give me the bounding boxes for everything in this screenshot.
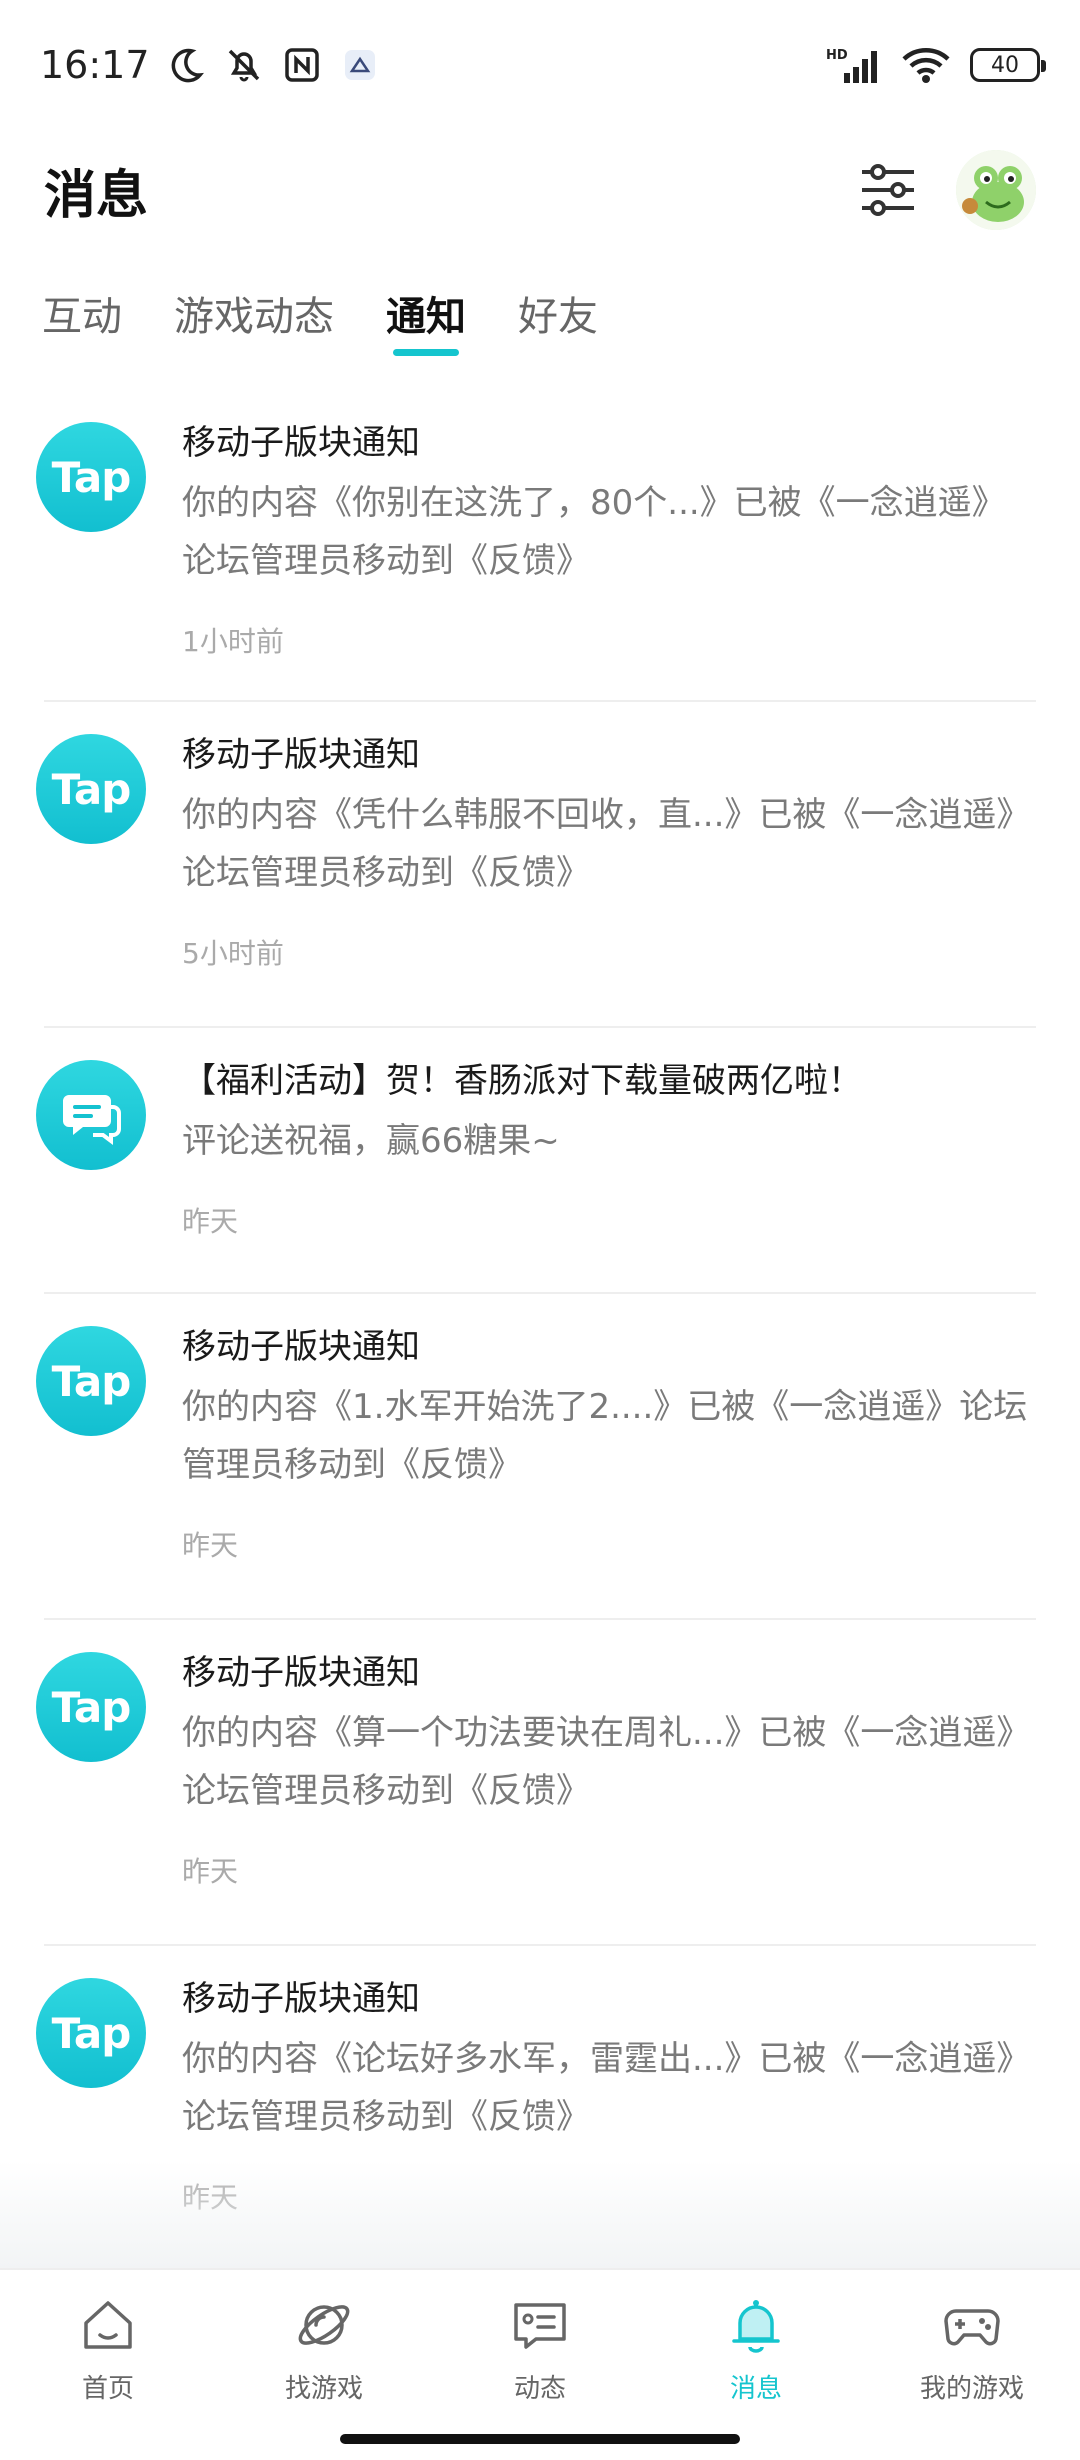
nfc-icon bbox=[280, 43, 324, 87]
tab-game-updates[interactable]: 游戏动态 bbox=[174, 270, 334, 370]
nav-feed[interactable]: 动态 bbox=[432, 2270, 648, 2460]
moon-icon bbox=[164, 43, 208, 87]
tab-label: 好友 bbox=[518, 294, 598, 340]
tap-logo-icon: Tap bbox=[36, 1652, 146, 1762]
tab-notifications[interactable]: 通知 bbox=[386, 270, 466, 370]
feed-icon bbox=[509, 2294, 571, 2356]
notification-item[interactable]: Tap 移动子版块通知 你的内容《1.水军开始洗了2....》已被《一念逍遥》论… bbox=[0, 1294, 1080, 1620]
header-actions bbox=[856, 150, 1036, 230]
notification-time: 昨天 bbox=[182, 1855, 239, 1888]
list-fade bbox=[0, 2160, 1080, 2270]
tap-logo-text: Tap bbox=[51, 1682, 132, 1732]
chat-bubble-icon bbox=[36, 1060, 146, 1170]
notification-content: 你的内容《你别在这洗了，80个...》已被《一念逍遥》论坛管理员移动到《反馈》 bbox=[182, 483, 1006, 581]
nav-label: 首页 bbox=[81, 2374, 134, 2404]
notification-item[interactable]: Tap 移动子版块通知 你的内容《凭什么韩服不回收，直...》已被《一念逍遥》论… bbox=[0, 702, 1080, 1028]
notification-body: 移动子版块通知 你的内容《凭什么韩服不回收，直...》已被《一念逍遥》论坛管理员… bbox=[182, 730, 1036, 1028]
notification-content: 你的内容《凭什么韩服不回收，直...》已被《一念逍遥》论坛管理员移动到《反馈》 bbox=[182, 795, 1031, 893]
sliders-icon bbox=[862, 164, 914, 216]
svg-text:HD: HD bbox=[826, 48, 848, 63]
notification-content: 你的内容《1.水军开始洗了2....》已被《一念逍遥》论坛管理员移动到《反馈》 bbox=[182, 1387, 1028, 1485]
nav-messages[interactable]: 消息 bbox=[648, 2270, 864, 2460]
gamepad-icon bbox=[941, 2294, 1003, 2356]
tap-logo-text: Tap bbox=[51, 452, 132, 502]
tab-bar: 互动 游戏动态 通知 好友 bbox=[0, 270, 1080, 380]
tap-logo-text: Tap bbox=[51, 1356, 132, 1406]
nav-home[interactable]: 首页 bbox=[0, 2270, 216, 2460]
nav-label: 找游戏 bbox=[284, 2374, 363, 2404]
page-title: 消息 bbox=[44, 165, 149, 226]
notification-item[interactable]: Tap 移动子版块通知 你的内容《你别在这洗了，80个...》已被《一念逍遥》论… bbox=[0, 390, 1080, 702]
bottom-nav: 首页 找游戏 动态 消息 我的游戏 bbox=[0, 2268, 1080, 2460]
tab-interaction[interactable]: 互动 bbox=[42, 270, 122, 370]
notification-body: 移动子版块通知 你的内容《1.水军开始洗了2....》已被《一念逍遥》论坛管理员… bbox=[182, 1322, 1036, 1620]
notification-item[interactable]: 【福利活动】贺！香肠派对下载量破两亿啦！ 评论送祝福，赢66糖果~ 昨天 bbox=[0, 1028, 1080, 1294]
notification-title: 移动子版块通知 bbox=[182, 423, 420, 463]
nav-label: 动态 bbox=[513, 2374, 566, 2404]
notification-body: 移动子版块通知 你的内容《算一个功法要诀在周礼...》已被《一念逍遥》论坛管理员… bbox=[182, 1648, 1036, 1946]
notification-content: 评论送祝福，赢66糖果~ bbox=[182, 1121, 560, 1161]
notification-time: 5小时前 bbox=[182, 937, 284, 970]
tap-logo-text: Tap bbox=[51, 2008, 132, 2058]
notification-item[interactable]: Tap 移动子版块通知 你的内容《算一个功法要诀在周礼...》已被《一念逍遥》论… bbox=[0, 1620, 1080, 1946]
notification-title: 移动子版块通知 bbox=[182, 1979, 420, 2019]
tab-label: 通知 bbox=[386, 294, 466, 340]
notification-time: 昨天 bbox=[182, 1529, 239, 1562]
tap-logo-icon: Tap bbox=[36, 1978, 146, 2088]
notification-title: 移动子版块通知 bbox=[182, 1653, 420, 1693]
notification-title: 移动子版块通知 bbox=[182, 1327, 420, 1367]
nav-label: 我的游戏 bbox=[919, 2374, 1024, 2404]
status-bar: 16:17 HD 40 bbox=[0, 0, 1080, 130]
header: 消息 bbox=[0, 130, 1080, 250]
tap-logo-text: Tap bbox=[51, 764, 132, 814]
home-icon bbox=[77, 2294, 139, 2356]
status-right: HD 40 bbox=[826, 43, 1046, 87]
bell-icon bbox=[725, 2294, 787, 2356]
notification-body: 【福利活动】贺！香肠派对下载量破两亿啦！ 评论送祝福，赢66糖果~ 昨天 bbox=[182, 1056, 1036, 1294]
status-left: 16:17 bbox=[40, 43, 382, 87]
tab-label: 互动 bbox=[42, 294, 122, 340]
tap-logo-icon: Tap bbox=[36, 734, 146, 844]
avatar[interactable] bbox=[956, 150, 1036, 230]
nav-find-games[interactable]: 找游戏 bbox=[216, 2270, 432, 2460]
wifi-icon bbox=[900, 43, 952, 87]
planet-icon bbox=[293, 2294, 355, 2356]
nav-my-games[interactable]: 我的游戏 bbox=[864, 2270, 1080, 2460]
status-time: 16:17 bbox=[40, 43, 150, 87]
messages-page: 16:17 HD 40 消息 互动 游戏动态 通知 好友 Tap 移动子版块通知… bbox=[0, 0, 1080, 2460]
tab-label: 游戏动态 bbox=[174, 294, 334, 340]
notification-list: Tap 移动子版块通知 你的内容《你别在这洗了，80个...》已被《一念逍遥》论… bbox=[0, 390, 1080, 2246]
tap-logo-icon: Tap bbox=[36, 422, 146, 532]
active-tab-indicator bbox=[393, 349, 459, 356]
filter-settings-button[interactable] bbox=[856, 158, 920, 222]
signal-icon: HD bbox=[826, 43, 882, 87]
notification-content: 你的内容《论坛好多水军，雷霆出...》已被《一念逍遥》论坛管理员移动到《反馈》 bbox=[182, 2039, 1031, 2137]
tap-logo-icon: Tap bbox=[36, 1326, 146, 1436]
frog-avatar-icon bbox=[956, 150, 1036, 230]
tab-friends[interactable]: 好友 bbox=[518, 270, 598, 370]
mute-bell-icon bbox=[222, 43, 266, 87]
home-indicator[interactable] bbox=[340, 2434, 740, 2444]
notification-title: 移动子版块通知 bbox=[182, 735, 420, 775]
notification-title: 【福利活动】贺！香肠派对下载量破两亿啦！ bbox=[182, 1061, 862, 1101]
notification-time: 昨天 bbox=[182, 1205, 239, 1238]
notification-content: 你的内容《算一个功法要诀在周礼...》已被《一念逍遥》论坛管理员移动到《反馈》 bbox=[182, 1713, 1031, 1811]
nav-label: 消息 bbox=[729, 2374, 782, 2404]
app-notification-icon bbox=[338, 43, 382, 87]
battery-indicator: 40 bbox=[970, 48, 1046, 82]
notification-time: 1小时前 bbox=[182, 625, 284, 658]
notification-body: 移动子版块通知 你的内容《你别在这洗了，80个...》已被《一念逍遥》论坛管理员… bbox=[182, 418, 1036, 702]
